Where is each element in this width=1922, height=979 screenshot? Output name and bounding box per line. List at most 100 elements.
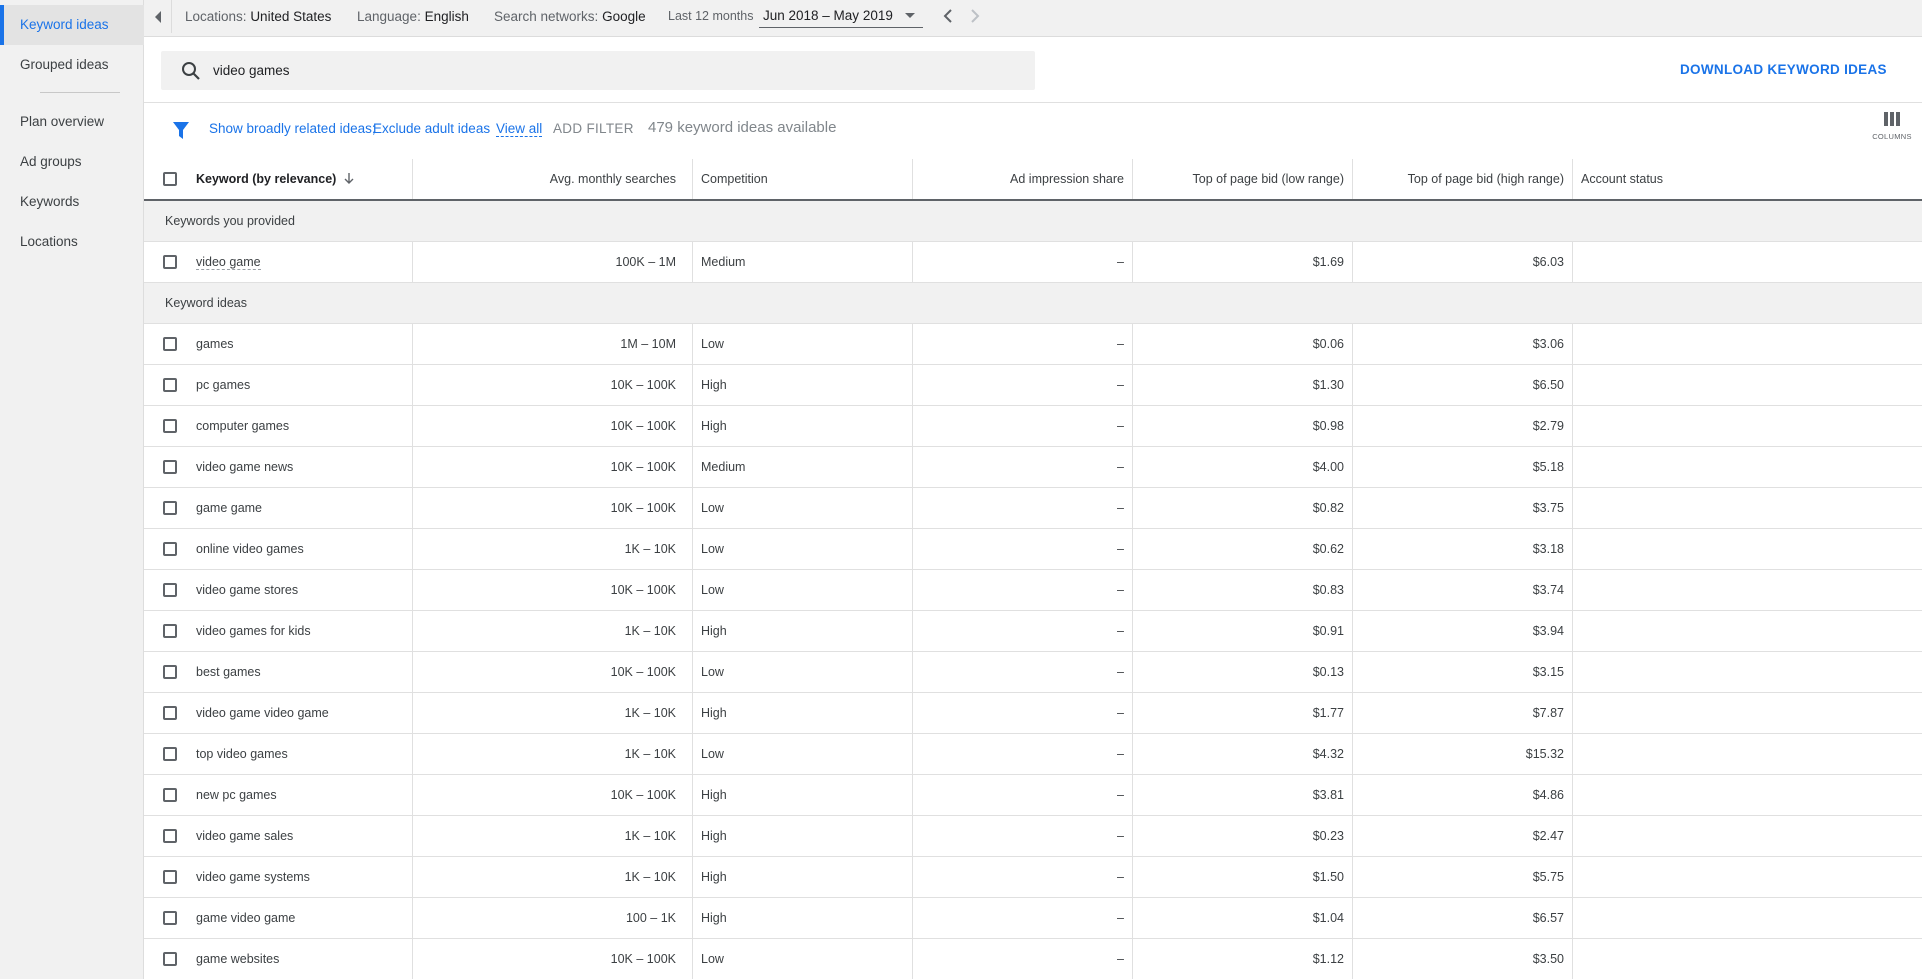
sidebar-item-plan-overview[interactable]: Plan overview (0, 102, 144, 142)
add-filter-button[interactable]: ADD FILTER (553, 121, 634, 136)
row-checkbox[interactable] (163, 788, 177, 802)
row-checkbox[interactable] (163, 706, 177, 720)
view-all-link[interactable]: View all (496, 121, 543, 137)
keyword-text[interactable]: video game (196, 255, 261, 270)
keyword-cell: computer games (196, 406, 412, 446)
row-checkbox[interactable] (163, 624, 177, 638)
collapse-sidebar-button[interactable] (144, 0, 172, 33)
keyword-search-input[interactable]: video games (161, 51, 1035, 90)
row-checkbox[interactable] (163, 460, 177, 474)
row-checkbox[interactable] (163, 419, 177, 433)
table-row[interactable]: games 1M – 10M Low – $0.06 $3.06 (144, 324, 1922, 365)
row-checkbox[interactable] (163, 952, 177, 966)
avg-searches-cell: 10K – 100K (412, 488, 692, 528)
chevron-left-icon (943, 9, 952, 23)
table-row[interactable]: video games for kids 1K – 10K High – $0.91 $3… (144, 611, 1922, 652)
bid-low-cell: $0.98 (1132, 406, 1352, 446)
table-row[interactable]: online video games 1K – 10K Low – $0.62 $3.18 (144, 529, 1922, 570)
table-row[interactable]: computer games 10K – 100K High – $0.98 $2.79 (144, 406, 1922, 447)
row-select-cell (144, 324, 196, 364)
row-select-cell (144, 857, 196, 897)
locations-filter[interactable]: Locations: United States (185, 0, 331, 33)
table-row[interactable]: game websites 10K – 100K Low – $1.12 $3.50 (144, 939, 1922, 979)
columns-button[interactable]: COLUMNS (1870, 112, 1914, 152)
header-keyword[interactable]: Keyword (by relevance) (196, 159, 412, 199)
avg-searches-cell: 100 – 1K (412, 898, 692, 938)
filter-icon[interactable] (173, 122, 189, 140)
header-bid-high[interactable]: Top of page bid (high range) (1352, 159, 1572, 199)
download-keyword-ideas-button[interactable]: DOWNLOAD KEYWORD IDEAS (1680, 58, 1887, 82)
keyword-cell: best games (196, 652, 412, 692)
avg-searches-cell: 1K – 10K (412, 816, 692, 856)
sidebar-item-keywords[interactable]: Keywords (0, 182, 144, 222)
search-value: video games (213, 63, 290, 78)
header-avg-monthly-searches[interactable]: Avg. monthly searches (412, 159, 692, 199)
table-row[interactable]: game video game 100 – 1K High – $1.04 $6.57 (144, 898, 1922, 939)
search-networks-filter[interactable]: Search networks: Google (494, 0, 646, 33)
keyword-cell: video games for kids (196, 611, 412, 651)
avg-searches-cell: 1K – 10K (412, 611, 692, 651)
table-row[interactable]: video game video game 1K – 10K High – $1.77 $… (144, 693, 1922, 734)
avg-searches-cell: 100K – 1M (412, 242, 692, 282)
account-status-cell (1572, 529, 1922, 569)
previous-period-button[interactable] (938, 6, 958, 26)
row-select-cell (144, 242, 196, 282)
bid-high-cell: $15.32 (1352, 734, 1572, 774)
exclude-adult-filter-chip[interactable]: Exclude adult ideas (373, 121, 490, 136)
table-row[interactable]: best games 10K – 100K Low – $0.13 $3.15 (144, 652, 1922, 693)
row-checkbox[interactable] (163, 378, 177, 392)
row-checkbox[interactable] (163, 583, 177, 597)
keyword-cell: new pc games (196, 775, 412, 815)
table-row[interactable]: pc games 10K – 100K High – $1.30 $6.50 (144, 365, 1922, 406)
header-competition[interactable]: Competition (692, 159, 912, 199)
table-row[interactable]: new pc games 10K – 100K High – $3.81 $4.86 (144, 775, 1922, 816)
header-account-status[interactable]: Account status (1572, 159, 1922, 199)
locations-value: United States (250, 9, 332, 24)
keyword-cell: video game systems (196, 857, 412, 897)
table-row[interactable]: video game sales 1K – 10K High – $0.23 $2.47 (144, 816, 1922, 857)
row-checkbox[interactable] (163, 870, 177, 884)
row-checkbox[interactable] (163, 747, 177, 761)
sidebar-item-locations[interactable]: Locations (0, 222, 144, 262)
row-checkbox[interactable] (163, 501, 177, 515)
language-label: Language: (357, 9, 421, 24)
competition-cell: Low (692, 488, 912, 528)
row-select-cell (144, 611, 196, 651)
table-row[interactable]: game game 10K – 100K Low – $0.82 $3.75 (144, 488, 1922, 529)
table-row[interactable]: video game 100K – 1M Medium – $1.69 $6.03 (144, 242, 1922, 283)
row-select-cell (144, 693, 196, 733)
row-checkbox[interactable] (163, 542, 177, 556)
sidebar-item-grouped-ideas[interactable]: Grouped ideas (0, 45, 144, 85)
row-checkbox[interactable] (163, 255, 177, 269)
select-all-cell (144, 159, 196, 199)
date-range-dropdown[interactable]: Jun 2018 – May 2019 (759, 6, 923, 28)
impression-share-cell: – (912, 652, 1132, 692)
sidebar-item-keyword-ideas[interactable]: Keyword ideas (0, 5, 144, 45)
impression-share-cell: – (912, 324, 1132, 364)
sidebar-item-ad-groups[interactable]: Ad groups (0, 142, 144, 182)
row-checkbox[interactable] (163, 665, 177, 679)
next-period-button[interactable] (965, 6, 985, 26)
select-all-checkbox[interactable] (163, 172, 177, 186)
table-row[interactable]: video game stores 10K – 100K Low – $0.83 $3.7… (144, 570, 1922, 611)
competition-cell: High (692, 816, 912, 856)
keyword-text: game video game (196, 911, 296, 925)
competition-cell: Low (692, 939, 912, 979)
bid-low-cell: $0.13 (1132, 652, 1352, 692)
keyword-cell: game video game (196, 898, 412, 938)
keyword-cell: video game stores (196, 570, 412, 610)
bid-high-cell: $2.79 (1352, 406, 1572, 446)
table-row[interactable]: top video games 1K – 10K Low – $4.32 $15.32 (144, 734, 1922, 775)
header-bid-low[interactable]: Top of page bid (low range) (1132, 159, 1352, 199)
row-checkbox[interactable] (163, 337, 177, 351)
language-filter[interactable]: Language: English (357, 0, 469, 33)
row-checkbox[interactable] (163, 911, 177, 925)
table-row[interactable]: video game news 10K – 100K Medium – $4.00 $5.… (144, 447, 1922, 488)
keyword-text: online video games (196, 542, 304, 556)
keyword-cell: video game sales (196, 816, 412, 856)
row-checkbox[interactable] (163, 829, 177, 843)
broadly-related-filter-chip[interactable]: Show broadly related ideas; (209, 121, 376, 136)
header-ad-impression-share[interactable]: Ad impression share (912, 159, 1132, 199)
table-row[interactable]: video game systems 1K – 10K High – $1.50 $5.7… (144, 857, 1922, 898)
avg-searches-cell: 10K – 100K (412, 406, 692, 446)
